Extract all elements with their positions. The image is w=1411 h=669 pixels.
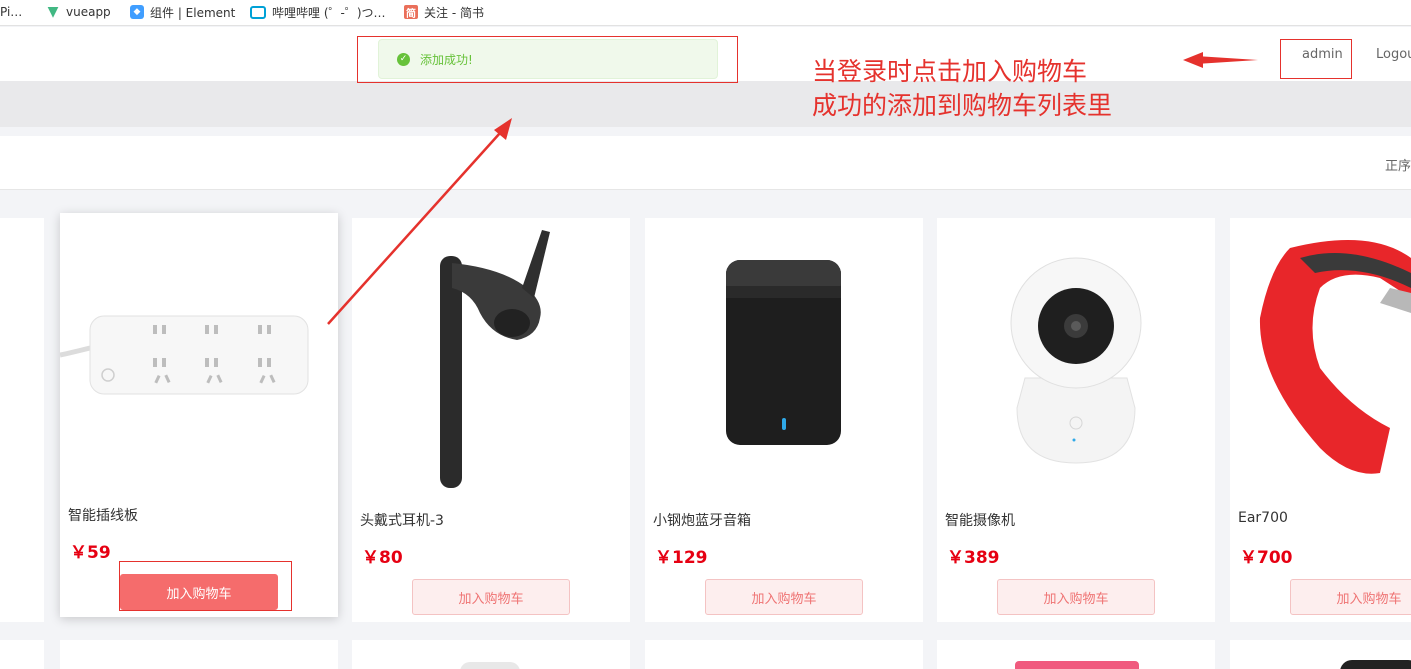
product-price: ￥59 [70, 543, 111, 563]
bookmarks-bar: Pi… ▼ vueapp ◆ 组件 | Element 哔哩哔哩 (゜-゜)つ…… [0, 0, 1411, 26]
bilibili-icon [250, 5, 266, 19]
headset-image [440, 230, 550, 488]
product-card[interactable]: 智能摄像机 ￥389 加入购物车 [937, 218, 1215, 622]
bookmark-label: 组件 | Element [150, 5, 236, 20]
product-card-partial [60, 640, 338, 669]
bookmark-jianshu[interactable]: 简 关注 - 简书 [404, 0, 484, 24]
bookmark-item[interactable]: Pi… [0, 0, 22, 24]
product-card-partial [0, 640, 44, 669]
bookmark-label: vueapp [66, 5, 111, 19]
product-name: 智能摄像机 [945, 513, 1015, 529]
annotation-line: 当登录时点击加入购物车 [812, 57, 1088, 86]
product-price: ￥700 [1240, 548, 1293, 568]
speaker-image [726, 260, 841, 445]
jianshu-icon: 简 [404, 5, 418, 20]
banner-area [0, 81, 1411, 127]
bookmark-label: 哔哩哔哩 (゜-゜)つ… [272, 5, 386, 20]
product-name: 智能插线板 [68, 508, 138, 524]
product-card-partial [352, 640, 630, 669]
add-to-cart-button[interactable]: 加入购物车 [1290, 579, 1411, 615]
product-card-partial [645, 640, 923, 669]
product-card[interactable]: Ear700 ￥700 加入购物车 [1230, 218, 1411, 622]
sort-ascending-option[interactable]: 正序 [1385, 155, 1411, 174]
product-price: ￥129 [655, 548, 708, 568]
product-name: 小钢炮蓝牙音箱 [653, 513, 751, 529]
product-name: Ear700 [1238, 510, 1288, 526]
add-to-cart-button[interactable]: 加入购物车 [412, 579, 570, 615]
product-price: ￥80 [362, 548, 403, 568]
logout-link[interactable]: Logou [1376, 47, 1411, 62]
neckband-headphone-image [1259, 240, 1411, 474]
bookmark-label: 关注 - 简书 [424, 5, 484, 20]
camera-image [1010, 257, 1142, 464]
element-logo-icon: ◆ [130, 5, 144, 19]
bookmark-bilibili[interactable]: 哔哩哔哩 (゜-゜)つ… [250, 0, 386, 24]
bookmark-vueapp[interactable]: ▼ vueapp [46, 0, 111, 24]
product-card[interactable]: 小钢炮蓝牙音箱 ￥129 加入购物车 [645, 218, 923, 622]
add-to-cart-button[interactable]: 加入购物车 [705, 579, 863, 615]
power-strip-image [60, 315, 309, 395]
annotation-box-user [1280, 39, 1352, 79]
annotation-box-toast [357, 36, 738, 83]
product-card[interactable]: 智能插线板 ￥59 加入购物车 [60, 213, 338, 617]
product-name: 头戴式耳机-3 [360, 513, 444, 529]
bookmark-label: Pi… [0, 5, 23, 19]
bookmark-element[interactable]: ◆ 组件 | Element [130, 0, 235, 24]
annotation-note: 当登录时点击加入购物车 成功的添加到购物车列表里 [812, 55, 1112, 123]
product-card-partial [1230, 640, 1411, 669]
vue-logo-icon: ▼ [47, 4, 59, 20]
product-card[interactable]: 头戴式耳机-3 ￥80 加入购物车 [352, 218, 630, 622]
product-price: ￥389 [947, 548, 1000, 568]
product-card-partial [0, 218, 44, 622]
annotation-box-button [119, 561, 292, 611]
sort-toolbar [0, 136, 1411, 190]
annotation-line: 成功的添加到购物车列表里 [812, 91, 1113, 120]
add-to-cart-button[interactable]: 加入购物车 [997, 579, 1155, 615]
product-card-partial [937, 640, 1215, 669]
